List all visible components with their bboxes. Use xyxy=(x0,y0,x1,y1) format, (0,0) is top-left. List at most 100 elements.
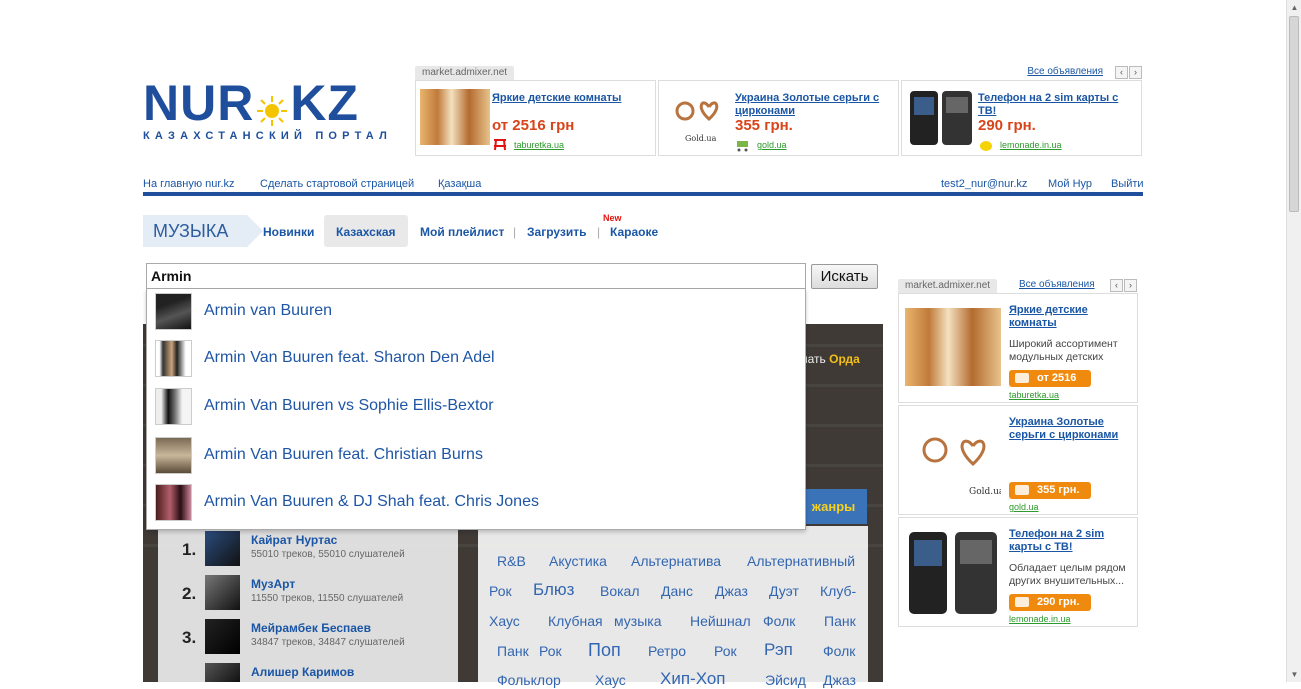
genre-tag[interactable]: Рок xyxy=(714,643,737,659)
suggestion-item[interactable]: Armin Van Buuren feat. Christian Burns xyxy=(147,433,805,479)
search-suggestions-dropdown: Armin van Buuren Armin Van Buuren feat. … xyxy=(146,289,806,530)
tab-my-playlist[interactable]: Мой плейлист xyxy=(420,225,504,239)
genre-tag[interactable]: Хаус xyxy=(489,613,520,629)
genres-button[interactable]: жанры xyxy=(800,489,867,524)
artist-photo[interactable] xyxy=(205,575,240,610)
nav-separator: | xyxy=(597,225,601,239)
scrollbar-thumb[interactable] xyxy=(1289,16,1299,212)
top-ad-title[interactable]: Украина Золотые серьги с цирконами xyxy=(735,92,895,118)
suggestion-item[interactable]: Armin van Buuren xyxy=(147,289,805,335)
genre-tag[interactable]: Рок xyxy=(539,643,562,659)
all-ads-link[interactable]: Все объявления xyxy=(1019,279,1095,290)
price-button[interactable]: 290 грн. xyxy=(1009,594,1091,611)
genre-tag[interactable]: музыка xyxy=(614,613,661,629)
artist-name[interactable]: Алишер Каримов xyxy=(251,665,354,679)
genre-tag[interactable]: Клуб- xyxy=(820,583,856,599)
genre-tag[interactable]: Поп xyxy=(588,640,621,661)
sidebar-ad-title[interactable]: Яркие детские комнаты xyxy=(1009,304,1134,330)
prev-arrow-icon[interactable]: ‹ xyxy=(1115,66,1128,79)
tab-new[interactable]: Новинки xyxy=(263,225,314,239)
genre-tag[interactable]: Панк xyxy=(824,613,856,629)
vertical-scrollbar[interactable]: ▲ ▼ xyxy=(1286,0,1301,682)
kids-room-image xyxy=(905,308,1001,386)
genre-tag[interactable]: Фолк xyxy=(823,643,855,659)
sidebar-ad-card[interactable]: Gold.ua Украина Золотые серьги с циркона… xyxy=(898,405,1138,515)
sidebar-ad-title[interactable]: Телефон на 2 sim карты с ТВ! xyxy=(1009,528,1134,554)
genre-tag[interactable]: Вокал xyxy=(600,583,640,599)
sidebar-ad-title[interactable]: Украина Золотые серьги с цирконами xyxy=(1009,416,1134,442)
genre-tag[interactable]: Ретро xyxy=(648,643,686,659)
genre-tag[interactable]: Рэп xyxy=(764,640,793,660)
top-ad-block: market.admixer.net Все объявления ‹ › Яр… xyxy=(415,66,1143,156)
top-ad-site[interactable]: taburetka.ua xyxy=(514,140,564,150)
genre-tag[interactable]: Акустика xyxy=(549,553,607,569)
suggestion-item[interactable]: Armin Van Buuren feat. Sharon Den Adel xyxy=(147,336,805,382)
logo-subtitle: КАЗАХСТАНСКИЙ ПОРТАЛ xyxy=(143,130,392,142)
artist-photo[interactable] xyxy=(205,619,240,654)
nur-kz-logo[interactable]: NUR KZ КАЗАХСТАНСКИЙ ПОРТАЛ xyxy=(143,78,392,142)
top-ad-title[interactable]: Яркие детские комнаты xyxy=(492,92,652,105)
genre-tag[interactable]: Блюз xyxy=(533,580,574,600)
user-email-link[interactable]: test2_nur@nur.kz xyxy=(941,178,1027,190)
my-nur-link[interactable]: Мой Нур xyxy=(1048,178,1092,190)
artist-name[interactable]: Кайрат Нуртас xyxy=(251,533,337,547)
genre-tag[interactable]: Панк xyxy=(497,643,529,659)
suggestion-item[interactable]: Armin Van Buuren vs Sophie Ellis-Bextor xyxy=(147,384,805,430)
genre-tag[interactable]: Рок xyxy=(489,583,512,599)
phone-image xyxy=(906,89,976,145)
genre-tag[interactable]: Альтернатива xyxy=(631,553,721,569)
next-arrow-icon[interactable]: › xyxy=(1129,66,1142,79)
artist-name[interactable]: Мейрамбек Беспаев xyxy=(251,621,371,635)
kazakh-language-link[interactable]: Қазақша xyxy=(438,178,481,190)
search-button[interactable]: Искать xyxy=(811,264,878,289)
top-ad-card[interactable]: Телефон на 2 sim карты с ТВ! 290 грн. le… xyxy=(901,80,1142,156)
search-input[interactable] xyxy=(146,263,806,289)
genre-tag[interactable]: Дуэт xyxy=(769,583,799,599)
tab-upload[interactable]: Загрузить xyxy=(527,225,586,239)
artist-name[interactable]: МузАрт xyxy=(251,577,295,591)
top-ad-site[interactable]: lemonade.in.ua xyxy=(1000,140,1062,150)
logout-link[interactable]: Выйти xyxy=(1111,178,1144,190)
gold-cart-icon xyxy=(735,138,751,152)
all-ads-link[interactable]: Все объявления xyxy=(1027,66,1103,77)
scroll-down-icon[interactable]: ▼ xyxy=(1287,667,1301,682)
home-link[interactable]: На главную nur.kz xyxy=(143,178,235,190)
genre-tag[interactable]: Данс xyxy=(661,583,693,599)
sidebar-ad-site[interactable]: lemonade.in.ua xyxy=(1009,614,1071,624)
genre-tag[interactable]: Клубная xyxy=(548,613,603,629)
genre-tag[interactable]: Эйсид xyxy=(765,672,806,688)
sidebar-ad-card[interactable]: Яркие детские комнаты Широкий ассортимен… xyxy=(898,293,1138,403)
genre-tag[interactable]: Нейшнал xyxy=(690,613,751,629)
genre-tag[interactable]: R&B xyxy=(497,553,526,569)
prev-arrow-icon[interactable]: ‹ xyxy=(1110,279,1123,292)
startpage-link[interactable]: Сделать стартовой страницей xyxy=(260,178,414,190)
next-arrow-icon[interactable]: › xyxy=(1124,279,1137,292)
tab-karaoke[interactable]: Караоке xyxy=(610,225,658,239)
top-ad-price: от 2516 грн xyxy=(492,117,575,134)
tab-kazakh[interactable]: Казахская xyxy=(336,225,396,239)
genre-tag[interactable]: Джаз xyxy=(823,672,856,688)
genre-tag[interactable]: Хаус xyxy=(595,672,626,688)
cart-icon xyxy=(1015,597,1029,607)
top-ad-card[interactable]: Gold.ua Украина Золотые серьги с циркона… xyxy=(658,80,899,156)
price-button[interactable]: 355 грн. xyxy=(1009,482,1091,499)
scroll-up-icon[interactable]: ▲ xyxy=(1287,0,1301,15)
genre-tag[interactable]: Фольклор xyxy=(497,672,561,688)
music-section-tab[interactable]: МУЗЫКА xyxy=(143,215,263,247)
genre-tag[interactable]: Альтернативный xyxy=(747,553,855,569)
price-button[interactable]: от 2516 грн xyxy=(1009,370,1091,401)
sidebar-ad-site[interactable]: gold.ua xyxy=(1009,502,1039,512)
genre-tag[interactable]: Джаз xyxy=(715,583,748,599)
top-ad-site[interactable]: gold.ua xyxy=(757,140,787,150)
genre-tag[interactable]: Фолк xyxy=(763,613,795,629)
sidebar-ad-site[interactable]: taburetka.ua xyxy=(1009,390,1059,400)
artist-photo[interactable] xyxy=(205,531,240,566)
suggestion-text: Armin van Buuren xyxy=(204,302,333,319)
suggestion-item[interactable]: Armin Van Buuren & DJ Shah feat. Chris J… xyxy=(147,480,805,526)
top-ad-card[interactable]: Яркие детские комнаты от 2516 грн tabure… xyxy=(415,80,656,156)
sidebar-ad-card[interactable]: Телефон на 2 sim карты с ТВ! Обладает це… xyxy=(898,517,1138,627)
phone-image xyxy=(905,532,1001,614)
genre-tag[interactable]: Хип-Хоп xyxy=(660,669,726,689)
top-ad-title[interactable]: Телефон на 2 sim карты с ТВ! xyxy=(978,92,1138,118)
artist-photo[interactable] xyxy=(205,663,240,682)
